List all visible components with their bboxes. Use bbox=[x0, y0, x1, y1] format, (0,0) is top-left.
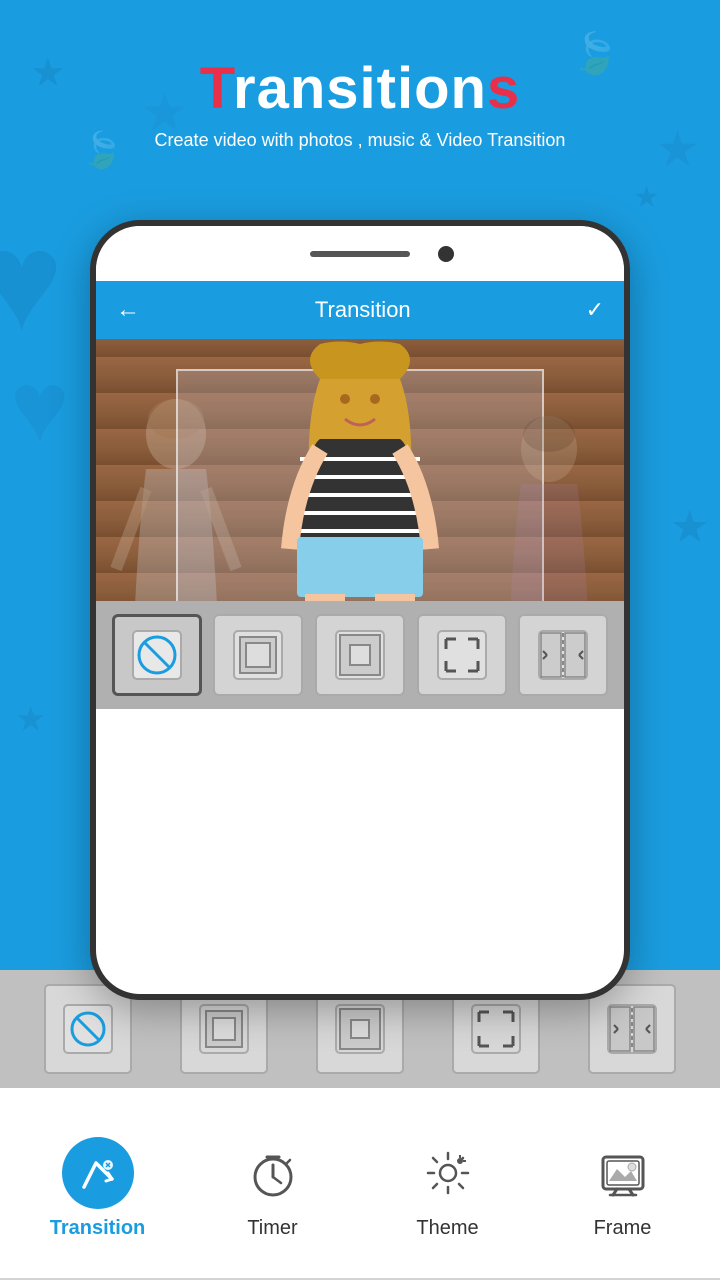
phone-transition-options bbox=[96, 601, 624, 709]
app-subtitle: Create video with photos , music & Video… bbox=[0, 130, 720, 151]
theme-icon-plain bbox=[412, 1137, 484, 1209]
app-title-area: Transitions Create video with photos , m… bbox=[0, 0, 720, 161]
main-image-area bbox=[96, 339, 624, 709]
frame-nav-label: Frame bbox=[594, 1217, 652, 1240]
header-title: Transition bbox=[315, 297, 411, 323]
inner-option-none[interactable] bbox=[44, 984, 132, 1074]
title-s: s bbox=[487, 56, 520, 121]
check-button[interactable]: ✓ bbox=[586, 297, 604, 323]
bottom-section: Transition Timer bbox=[0, 970, 720, 1280]
nav-item-timer[interactable]: Timer bbox=[208, 1137, 338, 1240]
title-ransition: ransition bbox=[233, 56, 487, 121]
frame-icon-plain bbox=[587, 1137, 659, 1209]
transition-option-split[interactable] bbox=[518, 614, 608, 696]
app-header: ← Transition ✓ bbox=[96, 281, 624, 339]
transition-nav-label: Transition bbox=[50, 1217, 146, 1240]
phone-speaker bbox=[310, 251, 410, 257]
title-t: T bbox=[200, 56, 233, 121]
transition-option-box-small[interactable] bbox=[213, 614, 303, 696]
transition-option-none[interactable] bbox=[112, 614, 202, 696]
nav-item-transition[interactable]: Transition bbox=[33, 1137, 163, 1240]
phone-mockup: ← Transition ✓ bbox=[90, 220, 630, 1000]
phone-camera bbox=[438, 246, 454, 262]
transition-option-expand[interactable] bbox=[417, 614, 507, 696]
bottom-nav: Transition Timer bbox=[0, 1088, 720, 1278]
transition-icon-circle bbox=[62, 1137, 134, 1209]
timer-icon-plain bbox=[237, 1137, 309, 1209]
app-title: Transitions bbox=[0, 55, 720, 122]
back-button[interactable]: ← bbox=[116, 296, 140, 324]
inner-option-split[interactable] bbox=[588, 984, 676, 1074]
transition-option-box-medium[interactable] bbox=[315, 614, 405, 696]
theme-nav-label: Theme bbox=[416, 1217, 478, 1240]
timer-nav-label: Timer bbox=[247, 1217, 297, 1240]
phone-top-bar bbox=[96, 226, 624, 281]
nav-item-theme[interactable]: Theme bbox=[383, 1137, 513, 1240]
phone-side-button bbox=[624, 526, 630, 576]
nav-item-frame[interactable]: Frame bbox=[558, 1137, 688, 1240]
